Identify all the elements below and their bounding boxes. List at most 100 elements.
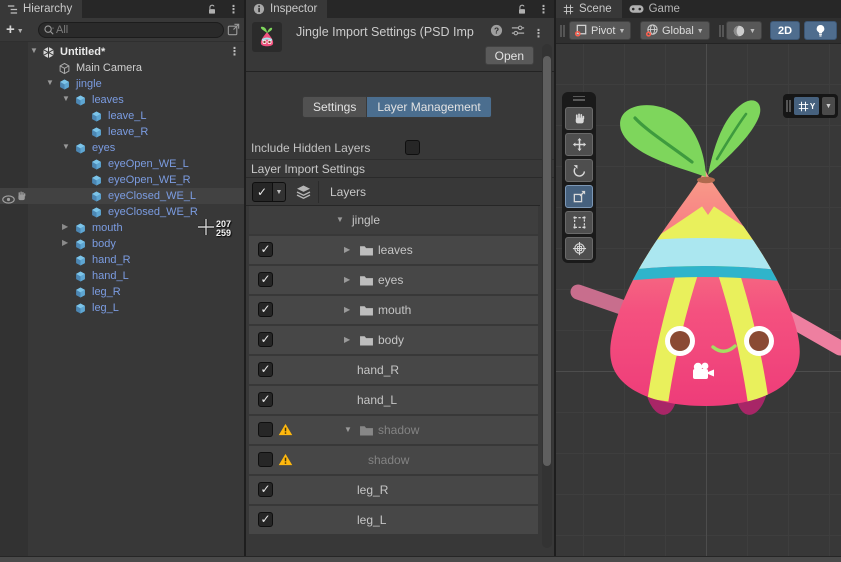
hierarchy-item-label: body (92, 238, 116, 250)
jingle-character-sprite[interactable] (556, 44, 841, 556)
hierarchy-item-label: eyeClosed_WE_L (108, 190, 196, 202)
hierarchy-item-leave-R[interactable]: leave_R (0, 124, 244, 140)
draw-mode-button[interactable]: ▼ (726, 21, 762, 40)
lock-icon[interactable] (201, 0, 223, 18)
tab-scene[interactable]: Scene (556, 0, 622, 18)
hierarchy-item-eyeClosed-WE-L[interactable]: eyeClosed_WE_L (0, 188, 244, 204)
tab-game[interactable]: Game (622, 0, 690, 18)
layer-row-shadow-child[interactable]: shadow (249, 446, 538, 474)
scene-lighting-toggle[interactable] (804, 21, 837, 40)
layer-row-leg_R[interactable]: leg_R (249, 476, 538, 504)
hierarchy-item-jingle[interactable]: ▼jingle (0, 76, 244, 92)
hierarchy-item-body[interactable]: ▶ body (0, 236, 244, 252)
chevron-down-icon[interactable]: ▼ (822, 97, 835, 115)
scale-tool-button[interactable] (565, 185, 593, 208)
scene-viewport[interactable]: Y ▼ (556, 44, 841, 556)
layer-row-mouth[interactable]: ▶mouth (249, 296, 538, 324)
layer-row-jingle[interactable]: ▼jingle (249, 206, 538, 234)
hierarchy-item-eyeOpen-WE-R[interactable]: eyeOpen_WE_R (0, 172, 244, 188)
tools-drag-handle[interactable] (564, 92, 594, 104)
layer-row-leg_L[interactable]: leg_L (249, 506, 538, 534)
kebab-icon[interactable]: ⋮ (223, 0, 244, 18)
hierarchy-item-hand-R[interactable]: hand_R (0, 252, 244, 268)
kebab-icon[interactable]: ⋮ (229, 45, 240, 58)
transform-tool-button[interactable] (565, 237, 593, 260)
layer-row-shadow[interactable]: ▼shadow (249, 416, 538, 444)
global-mode-button[interactable]: Global ▼ (640, 21, 710, 40)
search-input[interactable] (56, 24, 219, 36)
global-label: Global (662, 25, 694, 37)
expand-triangle-icon[interactable]: ▼ (62, 142, 70, 151)
layer-row-eyes[interactable]: ▶eyes (249, 266, 538, 294)
layer-label: leg_L (357, 513, 386, 527)
hierarchy-item-mouth[interactable]: ▶mouth (0, 220, 244, 236)
hand-tool-button[interactable] (565, 107, 593, 130)
layer-checkbox[interactable] (258, 362, 273, 377)
visibility-eye-icon[interactable] (2, 191, 15, 205)
hierarchy-panel: Hierarchy ⋮ +▼ ▼Unti (0, 0, 244, 556)
layer-checkbox[interactable] (258, 242, 273, 257)
hierarchy-item-eyes[interactable]: ▼eyes (0, 140, 244, 156)
tab-hierarchy[interactable]: Hierarchy (0, 0, 82, 18)
layer-row-leaves[interactable]: ▶leaves (249, 236, 538, 264)
toolbar-drag-handle[interactable] (719, 25, 724, 37)
toolbar-drag-handle[interactable] (560, 25, 565, 37)
hierarchy-tree: ▼Untitled*⋮Main Camera▼jingle▼leavesleav… (0, 42, 244, 556)
rect-tool-button[interactable] (565, 211, 593, 234)
hierarchy-item-label: hand_R (92, 254, 131, 266)
overlay-drag-handle[interactable] (786, 100, 791, 112)
hierarchy-item-eyeOpen-WE-L[interactable]: eyeOpen_WE_L (0, 156, 244, 172)
move-tool-button[interactable] (565, 133, 593, 156)
expand-triangle-icon[interactable]: ▶ (62, 222, 68, 231)
layer-checkbox[interactable] (258, 422, 273, 437)
hierarchy-item-leaves[interactable]: ▼leaves (0, 92, 244, 108)
hierarchy-item-Untitled-[interactable]: ▼Untitled*⋮ (0, 44, 244, 60)
expand-triangle-icon[interactable]: ▼ (344, 425, 352, 434)
prefab-icon (74, 253, 88, 267)
layer-checkbox[interactable] (258, 392, 273, 407)
hierarchy-item-leg-R[interactable]: leg_R (0, 284, 244, 300)
hierarchy-tabbar: Hierarchy ⋮ (0, 0, 244, 18)
layer-checkbox[interactable] (258, 512, 273, 527)
hierarchy-item-leg-L[interactable]: leg_L (0, 300, 244, 316)
rotate-tool-button[interactable] (565, 159, 593, 182)
layer-checkbox[interactable] (258, 482, 273, 497)
expand-triangle-icon[interactable]: ▼ (46, 78, 54, 87)
prefab-icon (74, 93, 88, 107)
prefab-icon (90, 109, 104, 123)
expand-triangle-icon[interactable]: ▼ (62, 94, 70, 103)
hierarchy-item-leave-L[interactable]: leave_L (0, 108, 244, 124)
expand-triangle-icon[interactable]: ▼ (336, 215, 344, 224)
layer-checkbox[interactable] (258, 302, 273, 317)
pickability-hand-icon[interactable] (16, 189, 29, 203)
search-field[interactable] (38, 22, 224, 38)
layer-checkbox[interactable] (258, 272, 273, 287)
layer-checkbox[interactable] (258, 452, 273, 467)
hierarchy-item-label: Main Camera (76, 62, 142, 74)
expand-triangle-icon[interactable]: ▶ (344, 275, 350, 284)
expand-triangle-icon[interactable]: ▶ (344, 245, 350, 254)
expand-triangle-icon[interactable]: ▼ (30, 46, 38, 55)
expand-triangle-icon[interactable]: ▶ (62, 238, 68, 247)
hierarchy-item-label: eyeOpen_WE_R (108, 174, 191, 186)
warning-icon (278, 423, 293, 441)
2d-toggle-button[interactable]: 2D (770, 21, 800, 40)
prefab-icon (74, 301, 88, 315)
layer-row-hand_L[interactable]: hand_L (249, 386, 538, 414)
open-search-window-icon[interactable] (226, 22, 241, 42)
expand-triangle-icon[interactable]: ▶ (344, 335, 350, 344)
scrollbar-thumb[interactable] (543, 56, 551, 466)
layer-row-body[interactable]: ▶body (249, 326, 538, 354)
add-gameobject-button[interactable]: +▼ (6, 21, 32, 38)
hierarchy-item-eyeClosed-WE-R[interactable]: eyeClosed_WE_R (0, 204, 244, 220)
search-icon (43, 24, 56, 37)
hierarchy-item-Main-Camera[interactable]: Main Camera (0, 60, 244, 76)
layer-row-hand_R[interactable]: hand_R (249, 356, 538, 384)
layer-checkbox[interactable] (258, 332, 273, 347)
pivot-mode-button[interactable]: Pivot ▼ (569, 21, 631, 40)
inspector-scrollbar[interactable] (542, 44, 552, 548)
expand-triangle-icon[interactable]: ▶ (344, 305, 350, 314)
hierarchy-item-hand-L[interactable]: hand_L (0, 268, 244, 284)
grid-toggle-button[interactable]: Y (794, 97, 819, 115)
tools-overlay (562, 92, 596, 263)
